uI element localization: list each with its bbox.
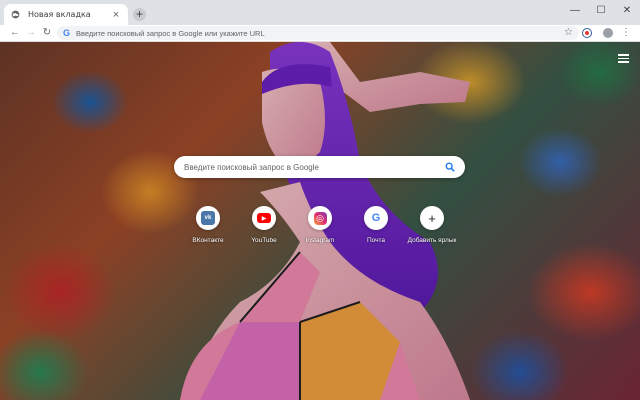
search-box[interactable]: Введите поисковый запрос в Google <box>174 156 465 178</box>
vk-icon: vk <box>201 211 215 225</box>
shortcut-tile: ◎ <box>308 206 332 230</box>
plus-icon: + <box>428 210 436 226</box>
bookmark-star-icon[interactable]: ☆ <box>564 26 573 40</box>
tab-strip: Новая вкладка × + — ☐ ✕ <box>0 0 640 25</box>
google-icon: G <box>63 28 71 38</box>
reload-button[interactable]: ↻ <box>40 25 54 41</box>
shortcut-vkontakte[interactable]: vk ВКонтакте <box>180 206 236 244</box>
profile-avatar[interactable] <box>603 28 613 38</box>
shortcut-tile: vk <box>196 206 220 230</box>
window-close-button[interactable]: ✕ <box>614 0 640 20</box>
google-icon: G <box>371 212 381 224</box>
back-button[interactable]: ← <box>8 25 22 41</box>
tab-new-tab[interactable]: Новая вкладка × <box>4 4 128 25</box>
menu-icon[interactable]: ⋮ <box>621 25 631 41</box>
shortcut-label: ВКонтакте <box>192 237 224 244</box>
shortcut-tile: G <box>364 206 388 230</box>
new-tab-page: Введите поисковый запрос в Google vk ВКо… <box>0 42 640 400</box>
toolbar: ← → ↻ G Введите поисковый запрос в Googl… <box>0 25 640 42</box>
close-icon[interactable]: × <box>110 9 122 21</box>
tab-title: Новая вкладка <box>28 10 91 19</box>
forward-button[interactable]: → <box>24 25 38 41</box>
search-input[interactable]: Введите поисковый запрос в Google <box>184 163 445 172</box>
shortcuts: vk ВКонтакте ▶ YouTube ◎ Instagram G Поч… <box>186 206 456 256</box>
instagram-icon: ◎ <box>313 211 327 225</box>
shortcut-tile: + <box>420 206 444 230</box>
omnibox-placeholder: Введите поисковый запрос в Google или ук… <box>76 28 265 38</box>
window-controls: — ☐ ✕ <box>562 0 640 22</box>
globe-icon <box>10 10 20 20</box>
extension-icon[interactable] <box>582 28 592 38</box>
search-icon[interactable] <box>445 162 455 172</box>
shortcut-label: Почта <box>366 237 386 244</box>
omnibox[interactable]: G Введите поисковый запрос в Google или … <box>57 26 579 40</box>
new-tab-button[interactable]: + <box>133 8 146 21</box>
maximize-button[interactable]: ☐ <box>588 0 614 20</box>
shortcut-youtube[interactable]: ▶ YouTube <box>236 206 292 244</box>
shortcut-label: Instagram <box>305 237 335 244</box>
shortcut-tile: ▶ <box>252 206 276 230</box>
shortcut-pochta[interactable]: G Почта <box>348 206 404 244</box>
youtube-icon: ▶ <box>257 213 271 223</box>
shortcut-label: YouTube <box>251 237 277 244</box>
customize-menu-icon[interactable] <box>618 54 629 63</box>
shortcut-instagram[interactable]: ◎ Instagram <box>292 206 348 244</box>
shortcut-add[interactable]: + Добавить ярлык <box>404 206 460 244</box>
minimize-button[interactable]: — <box>562 0 588 20</box>
shortcut-label: Добавить ярлык <box>407 237 457 244</box>
